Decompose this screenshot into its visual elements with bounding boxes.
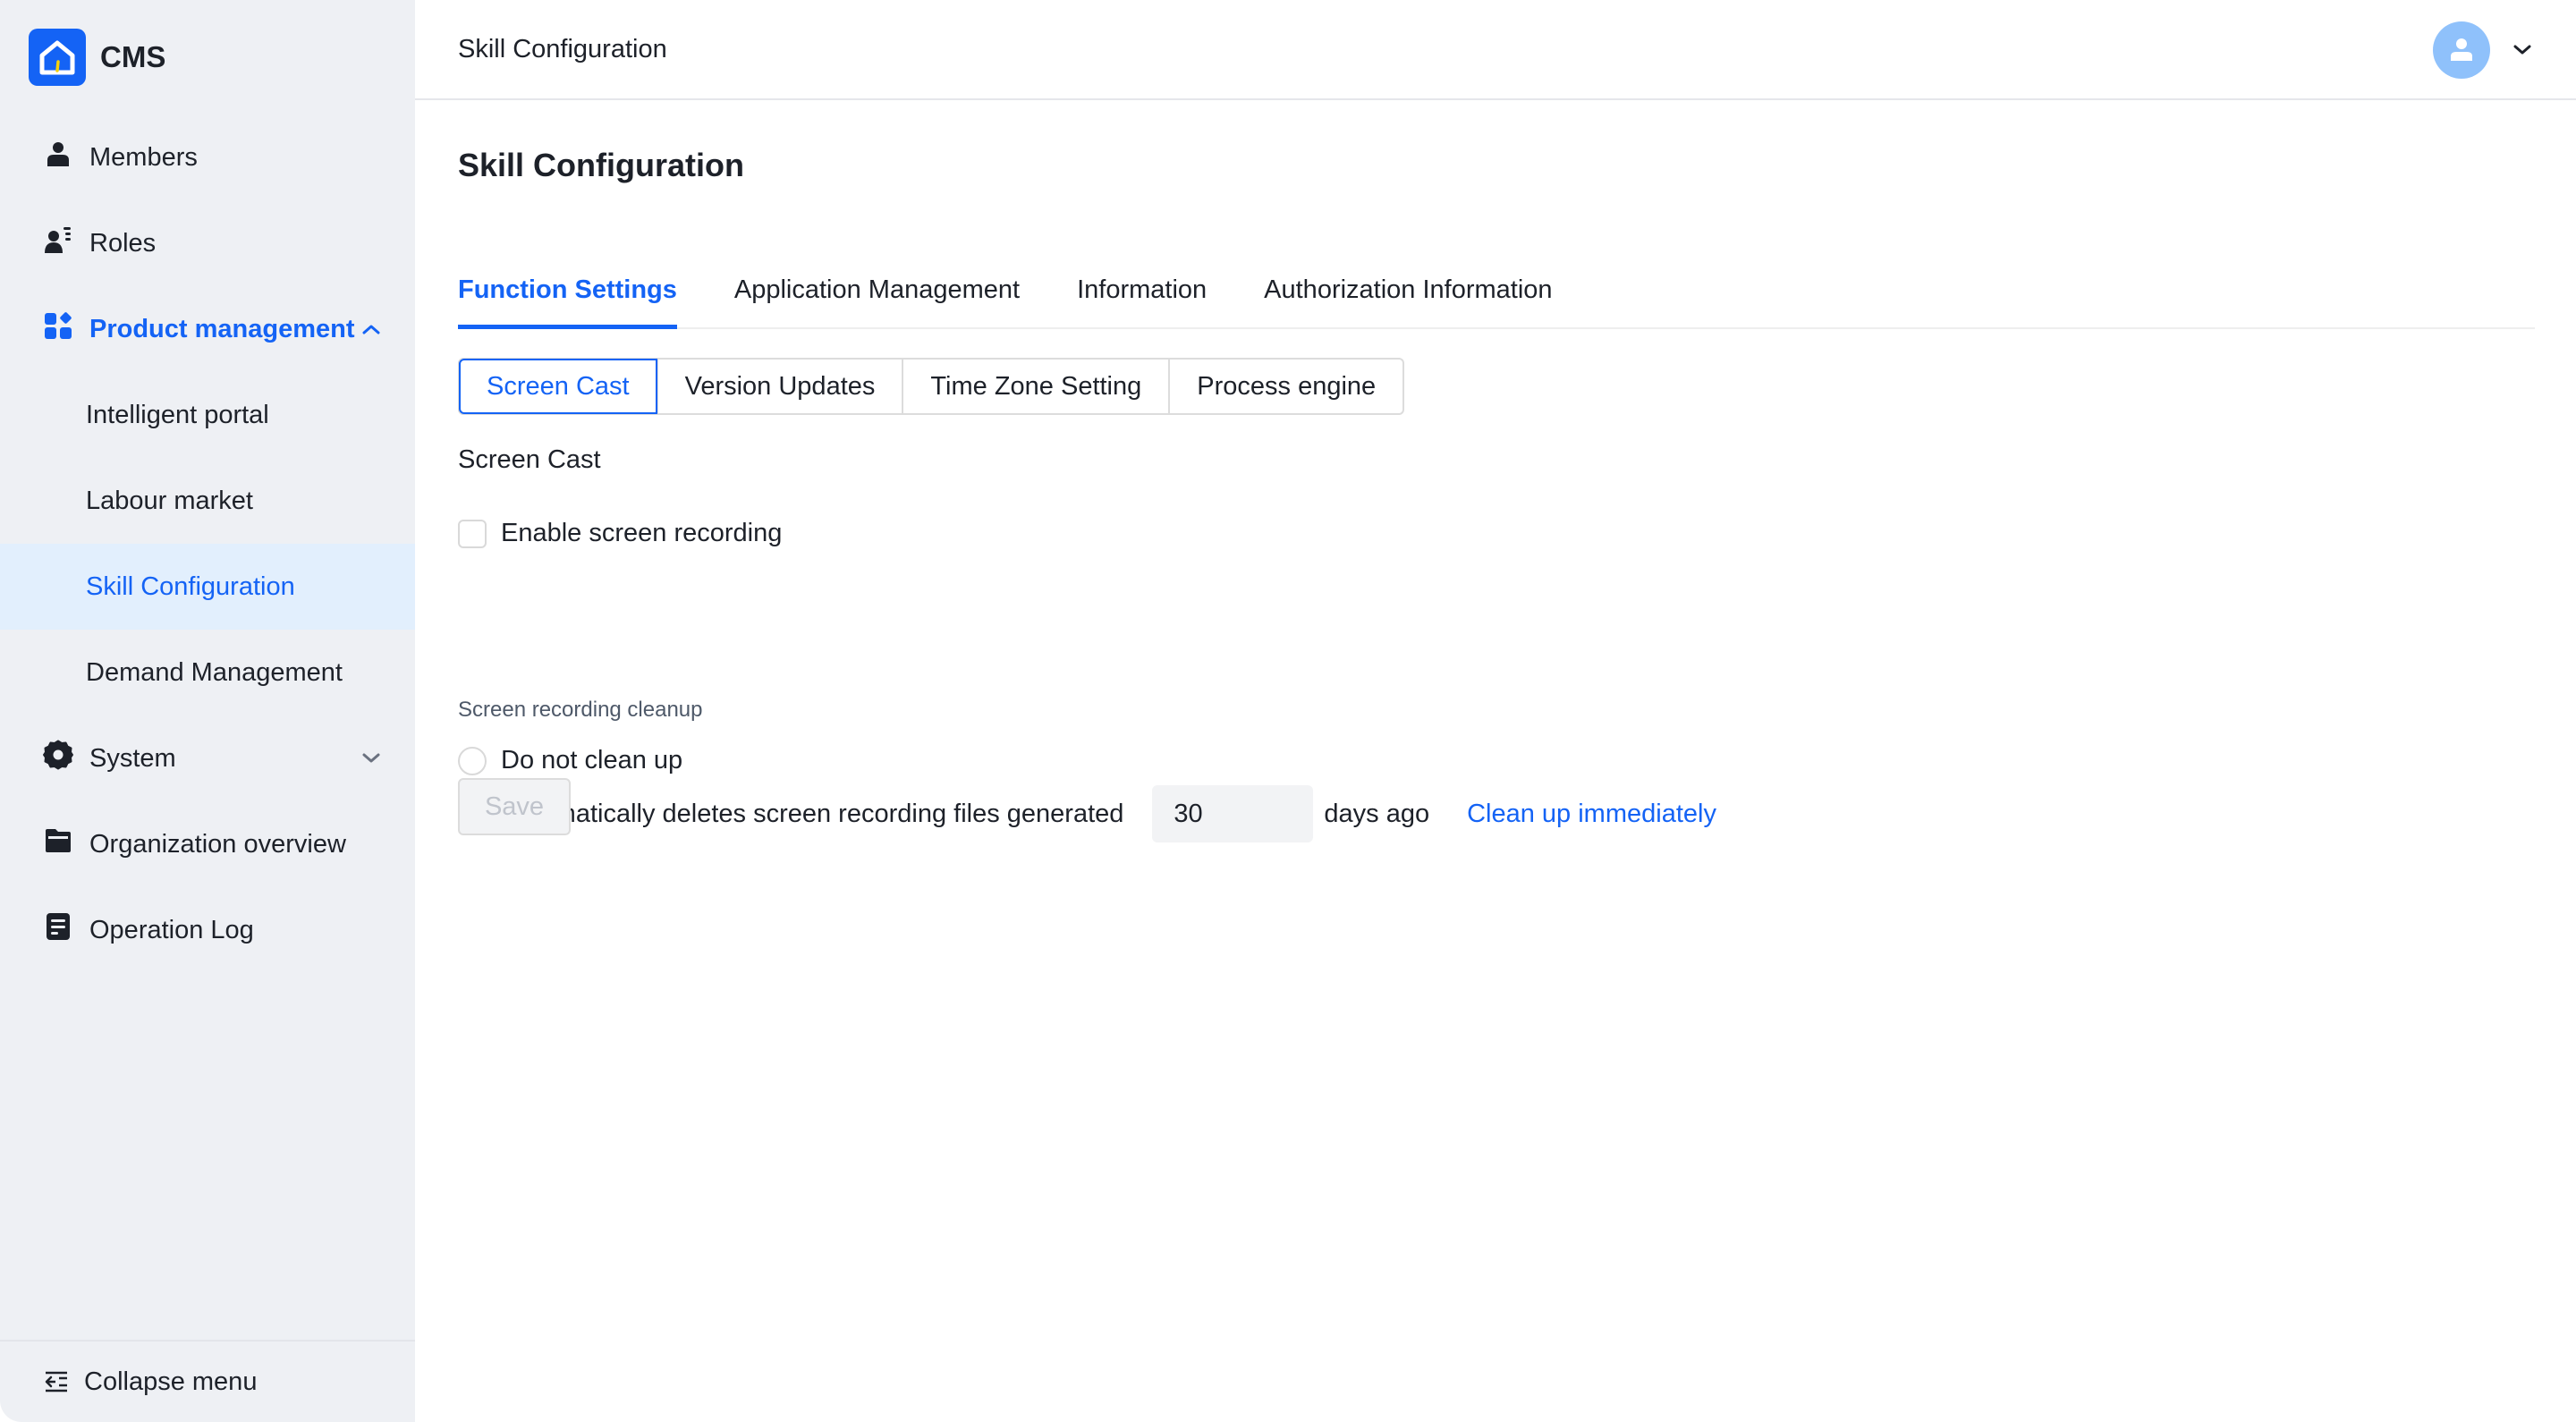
segment-version-updates[interactable]: Version Updates bbox=[656, 360, 902, 413]
sidebar-subitem-label: Intelligent portal bbox=[86, 400, 269, 429]
tab-application-management[interactable]: Application Management bbox=[734, 263, 1020, 327]
role-list-icon bbox=[43, 224, 73, 255]
settings-segmented-control: Screen Cast Version Updates Time Zone Se… bbox=[458, 358, 1405, 415]
segment-process-engine[interactable]: Process engine bbox=[1168, 360, 1403, 413]
days-suffix: days ago bbox=[1324, 799, 1430, 828]
enable-screen-recording-row[interactable]: Enable screen recording bbox=[458, 519, 782, 548]
segment-screen-cast[interactable]: Screen Cast bbox=[459, 359, 657, 414]
gear-icon bbox=[43, 740, 73, 770]
sidebar-item-label: Operation Log bbox=[89, 915, 254, 944]
auto-delete-label[interactable]: Automatically deletes screen recording f… bbox=[501, 800, 1123, 829]
save-button[interactable]: Save bbox=[458, 778, 571, 835]
sidebar-item-label: Members bbox=[89, 142, 198, 172]
user-avatar[interactable] bbox=[2433, 21, 2490, 79]
apps-grid-icon bbox=[43, 310, 73, 341]
enable-screen-recording-label: Enable screen recording bbox=[501, 519, 783, 547]
sidebar-item-label: Roles bbox=[89, 228, 157, 258]
sidebar-item-system[interactable]: System bbox=[0, 715, 415, 801]
do-not-clean-up-radio[interactable] bbox=[458, 746, 487, 775]
collapse-menu-icon bbox=[45, 1371, 68, 1392]
sidebar-item-organization-overview[interactable]: Organization overview bbox=[0, 801, 415, 887]
sidebar-item-operation-log[interactable]: Operation Log bbox=[0, 887, 415, 973]
user-menu-chevron-down-icon[interactable] bbox=[2512, 39, 2533, 61]
clean-up-immediately-link[interactable]: Clean up immediately bbox=[1467, 800, 1716, 829]
tab-bar: Function Settings Application Management… bbox=[458, 263, 2535, 329]
cleanup-field-label: Screen recording cleanup bbox=[458, 698, 703, 722]
cleanup-option-auto-row: Automatically deletes screen recording f… bbox=[458, 785, 1716, 842]
person-icon bbox=[43, 139, 73, 169]
collapse-menu-label: Collapse menu bbox=[84, 1367, 258, 1396]
sidebar-subitem-labour-market[interactable]: Labour market bbox=[0, 458, 415, 544]
cleanup-option-none-row: Do not clean up bbox=[458, 746, 682, 775]
enable-screen-recording-checkbox[interactable] bbox=[458, 519, 487, 548]
sidebar-subitem-label: Skill Configuration bbox=[86, 571, 295, 601]
sidebar: CMS Members Roles Product management Int… bbox=[0, 0, 415, 1422]
sidebar-subitem-label: Labour market bbox=[86, 486, 253, 515]
sidebar-subitem-intelligent-portal[interactable]: Intelligent portal bbox=[0, 372, 415, 458]
app-name: CMS bbox=[100, 40, 166, 73]
sidebar-item-roles[interactable]: Roles bbox=[0, 200, 415, 286]
segment-time-zone-setting[interactable]: Time Zone Setting bbox=[902, 360, 1169, 413]
sidebar-item-label: Product management bbox=[89, 314, 355, 343]
sidebar-subitem-skill-configuration[interactable]: Skill Configuration bbox=[0, 544, 415, 630]
tab-information[interactable]: Information bbox=[1077, 263, 1207, 327]
header-title: Skill Configuration bbox=[458, 35, 667, 63]
tab-authorization-information[interactable]: Authorization Information bbox=[1264, 263, 1552, 327]
sidebar-item-label: System bbox=[89, 743, 176, 773]
sidebar-item-label: Organization overview bbox=[89, 829, 346, 859]
home-logo-icon bbox=[29, 29, 86, 86]
chevron-up-icon[interactable] bbox=[360, 317, 383, 341]
user-avatar-icon bbox=[2451, 38, 2472, 61]
collapse-menu-button[interactable]: Collapse menu bbox=[0, 1340, 415, 1422]
page-title: Skill Configuration bbox=[458, 147, 744, 183]
sidebar-nav: Members Roles Product management Intelli… bbox=[0, 114, 415, 973]
chevron-down-icon[interactable] bbox=[360, 747, 383, 770]
section-title: Screen Cast bbox=[458, 445, 601, 474]
sidebar-item-product-management[interactable]: Product management bbox=[0, 286, 415, 372]
folder-icon bbox=[43, 825, 73, 856]
days-input[interactable] bbox=[1152, 785, 1314, 842]
do-not-clean-up-label[interactable]: Do not clean up bbox=[501, 746, 682, 775]
sidebar-item-members[interactable]: Members bbox=[0, 114, 415, 200]
tab-function-settings[interactable]: Function Settings bbox=[458, 263, 677, 329]
sidebar-subitem-label: Demand Management bbox=[86, 657, 343, 687]
sidebar-subitem-demand-management[interactable]: Demand Management bbox=[0, 630, 415, 715]
brand[interactable]: CMS bbox=[29, 29, 165, 86]
top-header: Skill Configuration bbox=[415, 0, 2576, 100]
document-icon bbox=[43, 911, 73, 942]
